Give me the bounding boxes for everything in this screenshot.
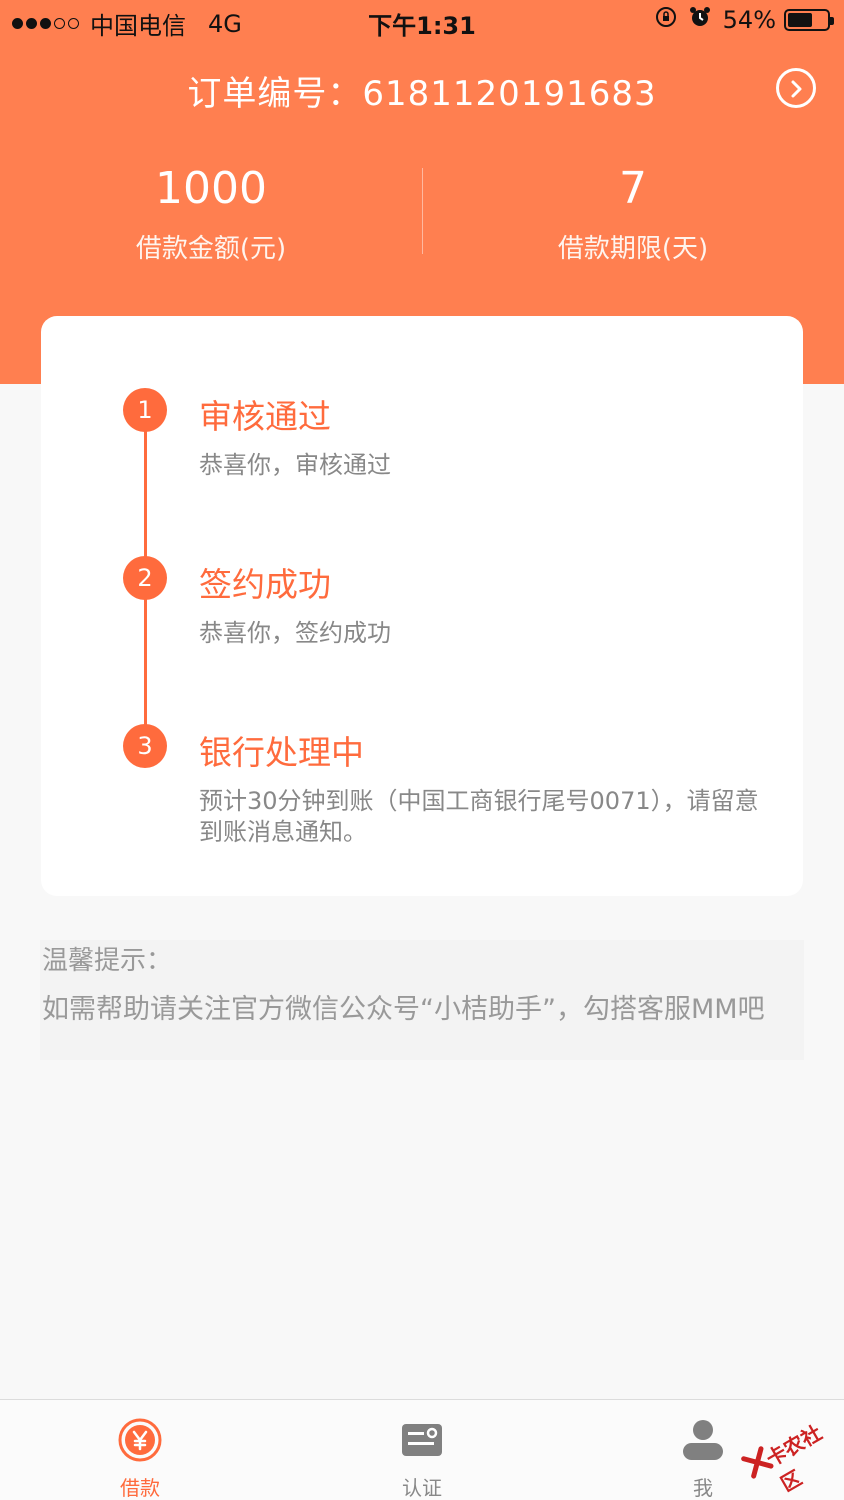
- tab-label: 我: [693, 1476, 713, 1500]
- loan-amount-value: 1000: [155, 163, 267, 214]
- tab-label: 借款: [120, 1476, 160, 1500]
- step-title: 审核通过: [199, 397, 331, 436]
- loan-amount-stat: 1000 借款金额(元): [0, 164, 422, 265]
- loan-term-stat: 7 借款期限(天): [422, 164, 844, 265]
- order-label: 订单编号：: [187, 74, 363, 114]
- status-bar: 中国电信 4G 下午1:31 54%: [0, 0, 844, 44]
- step-description: 恭喜你，签约成功: [199, 619, 391, 647]
- loan-amount-label: 借款金额(元): [135, 234, 287, 264]
- loan-term-label: 借款期限(天): [557, 234, 709, 264]
- tab-verify[interactable]: 认证: [362, 1418, 482, 1500]
- tab-label: 认证: [402, 1476, 442, 1500]
- person-icon: [681, 1418, 725, 1462]
- step-number-badge: 3: [123, 724, 167, 768]
- yen-circle-icon: [118, 1418, 162, 1462]
- alarm-icon: [689, 6, 711, 34]
- order-detail-button[interactable]: [776, 68, 816, 108]
- chevron-right-icon: [791, 80, 802, 98]
- rotation-lock-icon: [655, 6, 677, 34]
- step-description: 预计30分钟到账（中国工商银行尾号0071），请留意到账消息通知。: [199, 787, 759, 846]
- step-title: 银行处理中: [199, 733, 364, 772]
- tab-loan[interactable]: 借款: [80, 1418, 200, 1500]
- step-number-badge: 2: [123, 556, 167, 600]
- step-number-badge: 1: [123, 388, 167, 432]
- tip-title: 温馨提示：: [42, 946, 173, 976]
- order-number-line: 订单编号：6181120191683: [0, 66, 844, 115]
- step-title: 签约成功: [199, 565, 331, 604]
- loan-term-value: 7: [619, 163, 647, 214]
- progress-card: 1 审核通过 恭喜你，审核通过 2 签约成功 恭喜你，签约成功 3 银行处理中 …: [41, 316, 803, 896]
- tip-body: 如需帮助请关注官方微信公众号“小桔助手”，勾搭客服MM吧: [42, 994, 765, 1025]
- tab-bar: 借款 认证 我: [0, 1399, 844, 1500]
- battery-percent: 54%: [722, 6, 776, 34]
- id-card-icon: [400, 1418, 444, 1462]
- step-description: 恭喜你，审核通过: [199, 451, 391, 479]
- battery-icon: [784, 9, 834, 31]
- order-number: 6181120191683: [362, 74, 657, 114]
